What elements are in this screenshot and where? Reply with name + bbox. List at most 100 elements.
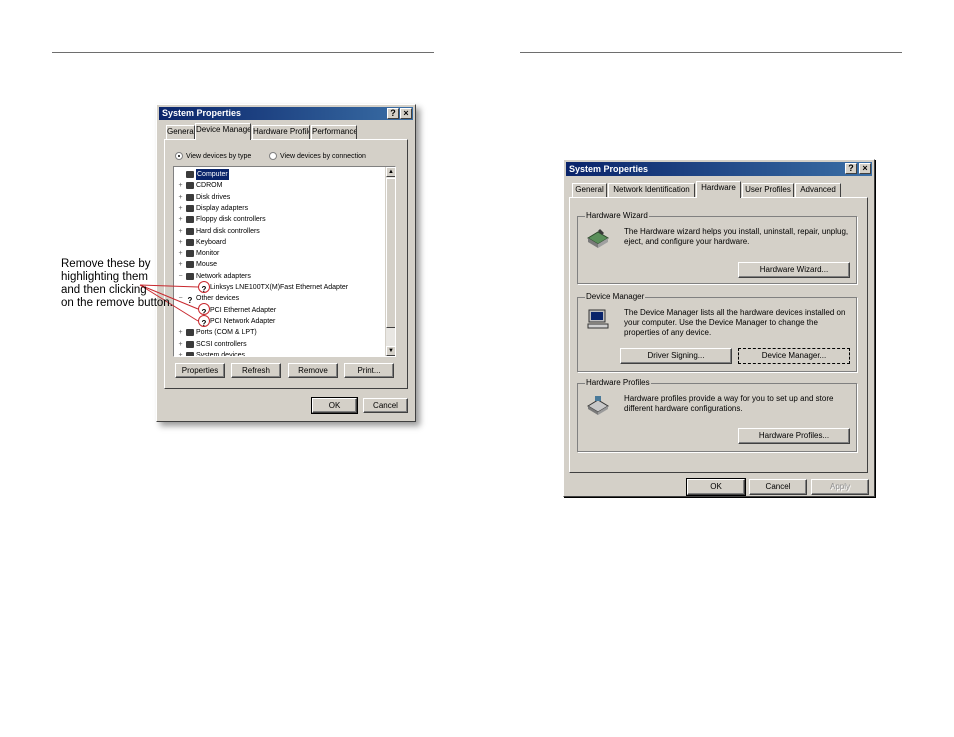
mouse-icon <box>186 261 194 269</box>
device-tree-label: Floppy disk controllers <box>196 216 266 224</box>
tree-scrollbar[interactable]: ▲ ▼ <box>385 167 395 356</box>
device-tree-row[interactable]: −? Other devices <box>177 293 239 306</box>
device-manager-button[interactable]: Device Manager... <box>738 348 850 364</box>
device-tree-label: Mouse <box>196 261 218 269</box>
tab-hardware[interactable]: Hardware <box>696 181 741 198</box>
close-button[interactable]: × <box>400 108 412 119</box>
properties-button[interactable]: Properties <box>175 363 225 378</box>
monitor-icon <box>186 250 194 258</box>
device-manager-icon <box>587 309 609 329</box>
expand-icon[interactable]: + <box>177 350 184 356</box>
cancel-button[interactable]: Cancel <box>363 398 408 413</box>
device-tree-row[interactable]: − Network adapters <box>177 271 251 282</box>
highlight-circle-linksys <box>198 281 210 293</box>
hardware-profiles-icon <box>587 396 609 415</box>
ok-button[interactable]: OK <box>686 478 746 496</box>
device-tree-label: Hard disk controllers <box>196 227 260 235</box>
device-tree-label: PCI Ethernet Adapter <box>210 306 277 314</box>
computer-icon <box>186 171 194 178</box>
scroll-up-icon[interactable]: ▲ <box>386 167 395 177</box>
device-tree-row[interactable]: + Keyboard <box>177 237 226 248</box>
device-tree-row[interactable]: + Mouse <box>177 259 217 270</box>
callout-line-4: on the remove button. <box>61 297 173 309</box>
device-manager-group: Device Manager The Device Manager lists … <box>577 292 857 372</box>
view-by-type-radio[interactable]: View devices by type <box>175 152 251 160</box>
dialog-title: System Properties <box>162 108 242 118</box>
tab-user-profiles[interactable]: User Profiles <box>742 183 794 197</box>
hardware-profiles-group: Hardware Profiles Hardware profiles prov… <box>577 378 857 452</box>
device-tree-row[interactable]: + CDROM <box>177 180 222 191</box>
tab-performance[interactable]: Performance <box>311 125 357 139</box>
system-device-icon <box>186 351 194 356</box>
title-bar: System Properties ? × <box>159 107 413 120</box>
scroll-down-icon[interactable]: ▼ <box>386 346 395 356</box>
device-tree-label: System devices <box>196 351 246 357</box>
remove-button[interactable]: Remove <box>288 363 338 378</box>
expand-icon[interactable]: + <box>177 327 184 338</box>
device-tree-row[interactable]: + Ports (COM & LPT) <box>177 327 257 338</box>
device-tree-row[interactable]: + Disk drives <box>177 192 230 203</box>
help-button[interactable]: ? <box>387 108 399 119</box>
expand-icon[interactable]: + <box>177 180 184 191</box>
device-tree-label: SCSI controllers <box>196 340 247 348</box>
hardware-wizard-group: Hardware Wizard The Hardware wizard help… <box>577 211 857 284</box>
scroll-thumb[interactable] <box>386 178 395 328</box>
callout-line-3: and then clicking <box>61 284 147 296</box>
port-icon <box>186 329 194 337</box>
device-manager-title: Device Manager <box>585 292 646 302</box>
callout-line-1: Remove these by <box>61 258 151 270</box>
cdrom-icon <box>186 182 194 190</box>
keyboard-icon <box>186 238 194 246</box>
device-tree-row[interactable]: + SCSI controllers <box>177 339 247 350</box>
device-tree-row[interactable]: + Hard disk controllers <box>177 226 260 237</box>
device-tree-label: Ports (COM & LPT) <box>196 329 257 337</box>
expand-icon[interactable]: + <box>177 237 184 248</box>
hardware-wizard-icon <box>587 229 609 248</box>
expand-icon[interactable]: + <box>177 214 184 225</box>
expand-icon[interactable]: + <box>177 203 184 214</box>
system-properties-hardware-dialog: System Properties ? × General Network Id… <box>563 159 875 497</box>
tab-hardware-profiles[interactable]: Hardware Profiles <box>252 125 310 139</box>
device-tree-row[interactable]: + Display adapters <box>177 203 248 214</box>
print-button[interactable]: Print... <box>344 363 394 378</box>
expand-icon[interactable]: + <box>177 226 184 237</box>
device-tree-row[interactable]: ? PCI Network Adapter <box>200 316 276 328</box>
view-by-connection-radio[interactable]: View devices by connection <box>269 152 366 160</box>
hardware-profiles-description: Hardware profiles provide a way for you … <box>624 394 834 413</box>
highlight-circle-pci-network <box>198 315 210 327</box>
hardware-wizard-button[interactable]: Hardware Wizard... <box>738 262 850 278</box>
device-tree-row[interactable]: + System devices <box>177 350 246 357</box>
driver-signing-button[interactable]: Driver Signing... <box>620 348 732 364</box>
device-tree-row[interactable]: ? Linksys LNE100TX(M)Fast Ethernet Adapte… <box>200 282 349 294</box>
cancel-button[interactable]: Cancel <box>749 479 807 495</box>
device-tree[interactable]: Computer + CDROM + Disk drives + Display adapt… <box>173 166 396 357</box>
help-button[interactable]: ? <box>845 163 857 174</box>
expand-icon[interactable]: + <box>177 339 184 350</box>
device-tree-label: Linksys LNE100TX(M)Fast Ethernet Adapter <box>210 284 349 291</box>
header-rule-right <box>520 52 902 53</box>
hardware-profiles-button[interactable]: Hardware Profiles... <box>738 428 850 444</box>
device-tree-label: Keyboard <box>196 238 226 246</box>
title-bar: System Properties ? × <box>566 162 872 176</box>
ok-button[interactable]: OK <box>311 397 358 414</box>
radio-checked-icon <box>175 152 183 160</box>
apply-button[interactable]: Apply <box>811 479 869 495</box>
device-tree-row[interactable]: ? PCI Ethernet Adapter <box>200 305 277 317</box>
device-tree-label: CDROM <box>196 182 223 190</box>
tab-general[interactable]: General <box>166 125 195 139</box>
device-tree-row[interactable]: + Monitor <box>177 248 219 259</box>
refresh-button[interactable]: Refresh <box>231 363 281 378</box>
scsi-controller-icon <box>186 340 194 348</box>
close-button[interactable]: × <box>859 163 871 174</box>
expand-icon[interactable]: + <box>177 192 184 203</box>
device-tree-row[interactable]: + Floppy disk controllers <box>177 214 266 225</box>
unknown-device-icon: ? <box>187 296 193 306</box>
tab-network-identification[interactable]: Network Identification <box>608 183 695 197</box>
tab-device-manager[interactable]: Device Manager <box>195 123 251 140</box>
tab-general[interactable]: General <box>572 183 607 197</box>
header-rule-left <box>52 52 434 53</box>
tab-advanced[interactable]: Advanced <box>795 183 841 197</box>
radio-unchecked-icon <box>269 152 277 160</box>
device-tree-label: Computer <box>196 169 229 180</box>
device-tree-row[interactable]: Computer <box>177 169 229 180</box>
